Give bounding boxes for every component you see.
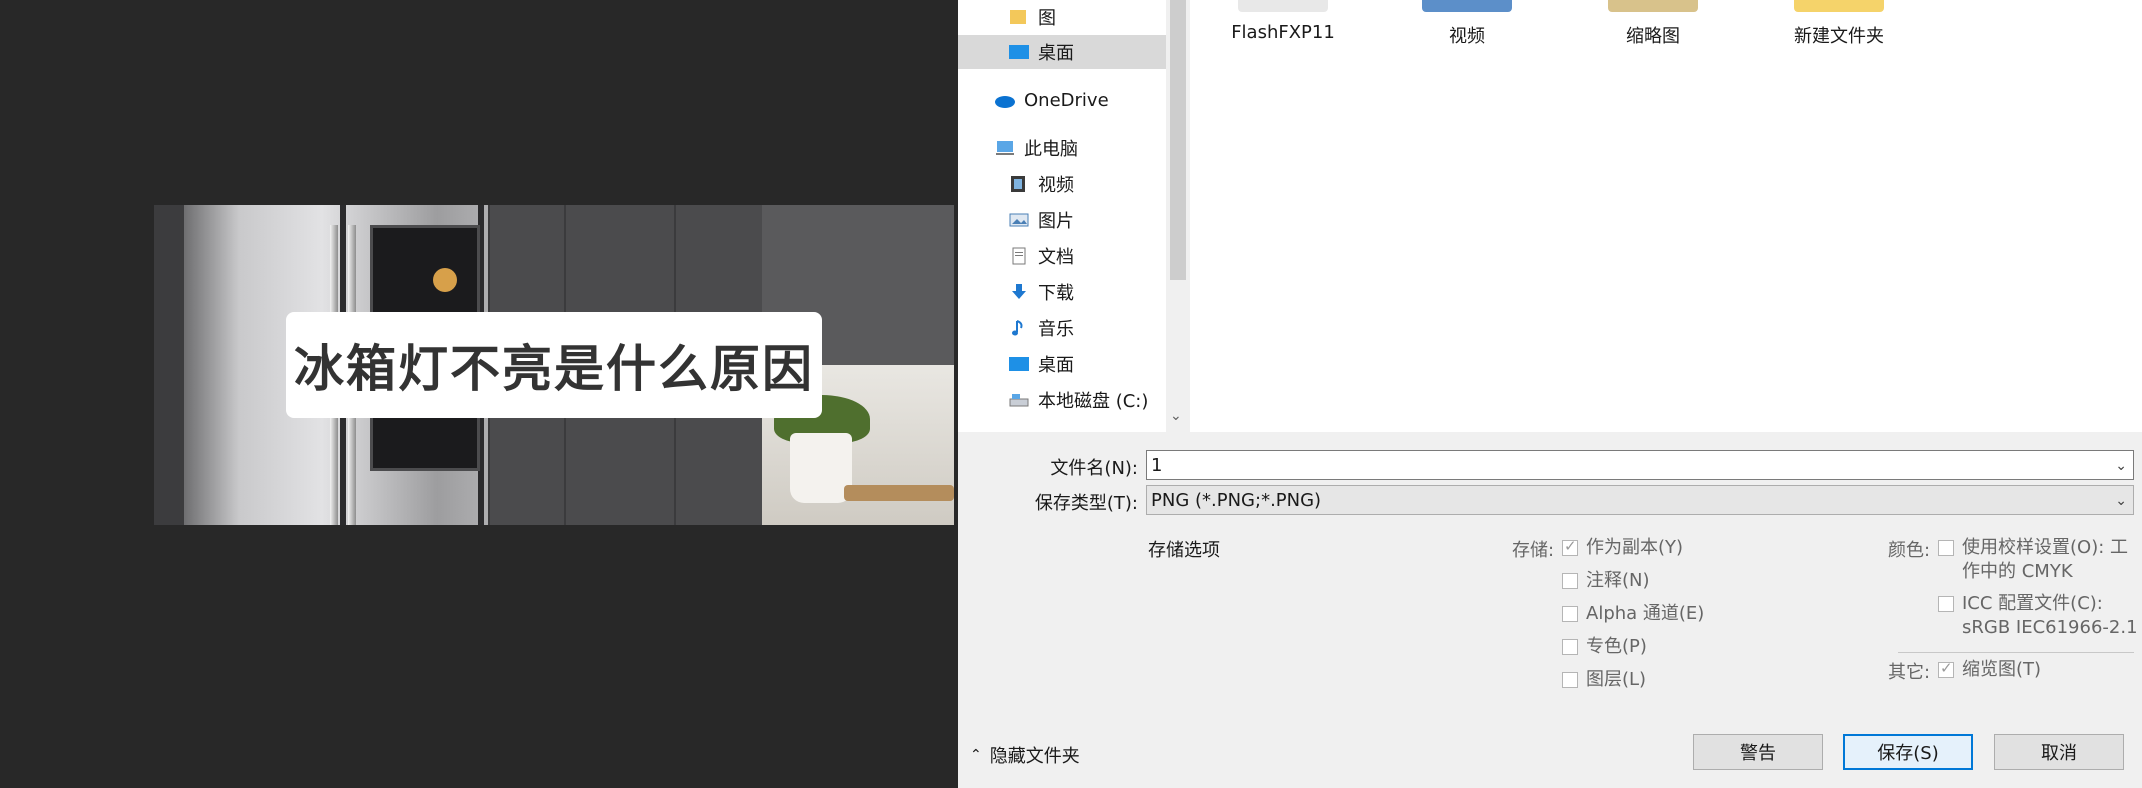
- checkbox[interactable]: [1562, 639, 1578, 655]
- music-icon: [1012, 320, 1023, 336]
- checkbox[interactable]: [1562, 537, 1578, 556]
- storage-label: 存储:: [1512, 540, 1555, 561]
- nav-item-pictures[interactable]: 图片: [1008, 203, 1158, 237]
- folder-item[interactable]: 缩略图: [1568, 0, 1738, 48]
- computer-icon: [996, 141, 1014, 155]
- folder-icon: [1238, 0, 1328, 12]
- cancel-button[interactable]: 取消: [1994, 734, 2124, 770]
- navigation-scrollbar[interactable]: ⌄: [1166, 0, 1190, 432]
- nav-item-videos[interactable]: 视频: [1008, 167, 1158, 201]
- warning-button[interactable]: 警告: [1693, 734, 1823, 770]
- filename-label: 文件名(N):: [1050, 458, 1138, 479]
- option-alpha-channel[interactable]: Alpha 通道(E): [1562, 602, 1704, 626]
- option-proof-setup[interactable]: 使用校样设置(O): 工 作中的 CMYK: [1938, 536, 2128, 584]
- folder-icon: [1010, 10, 1026, 24]
- editor-canvas: 冰箱灯不亮是什么原因: [0, 0, 958, 788]
- nav-item-documents[interactable]: 文档: [1008, 239, 1158, 273]
- chevron-up-icon: ⌃: [970, 747, 982, 763]
- option-icc-profile[interactable]: ICC 配置文件(C): sRGB IEC61966-2.1: [1938, 592, 2138, 640]
- checkbox[interactable]: [1938, 540, 1954, 556]
- option-annotations[interactable]: 注释(N): [1562, 569, 1650, 593]
- chevron-down-icon[interactable]: ⌄: [2115, 486, 2127, 516]
- folder-icon: [1422, 0, 1512, 12]
- nav-item-downloads[interactable]: 下载: [1008, 275, 1158, 309]
- color-label: 颜色:: [1888, 540, 1931, 561]
- cutting-board: [844, 485, 954, 501]
- folder-item[interactable]: FlashFXP11: [1198, 0, 1368, 43]
- drive-icon: [1009, 394, 1029, 407]
- option-spot-color[interactable]: 专色(P): [1562, 635, 1647, 659]
- checkbox[interactable]: [1562, 672, 1578, 688]
- documents-icon: [1012, 247, 1026, 265]
- folder-item[interactable]: 视频: [1382, 0, 1552, 48]
- download-icon: [1012, 284, 1026, 299]
- folder-item[interactable]: 新建文件夹: [1754, 0, 1924, 48]
- nav-item-local-disk-c[interactable]: 本地磁盘 (C:): [1008, 383, 1166, 417]
- checkbox[interactable]: [1938, 659, 1954, 678]
- hide-folders-toggle[interactable]: ⌃ 隐藏文件夹: [970, 742, 1080, 768]
- checkbox[interactable]: [1562, 606, 1578, 622]
- save-dialog: 图 桌面 OneDrive 此电脑 视频 图片 文档 下载 音乐 桌面 本地磁盘…: [958, 0, 2142, 788]
- cloud-icon: [995, 96, 1015, 108]
- title-overlay-card: 冰箱灯不亮是什么原因: [286, 312, 822, 418]
- pictures-icon: [1009, 213, 1029, 227]
- folder-icon: [1608, 0, 1698, 12]
- scrollbar-thumb[interactable]: [1170, 0, 1186, 280]
- option-thumbnail[interactable]: 缩览图(T): [1938, 658, 2041, 682]
- navigation-pane: 图 桌面 OneDrive 此电脑 视频 图片 文档 下载 音乐 桌面 本地磁盘…: [958, 0, 1166, 432]
- nav-item-onedrive[interactable]: OneDrive: [994, 83, 1164, 117]
- plant-pot: [790, 433, 852, 503]
- chevron-down-icon[interactable]: ⌄: [1170, 408, 1182, 424]
- filename-field[interactable]: 1 ⌄: [1146, 450, 2134, 480]
- filetype-select[interactable]: PNG (*.PNG;*.PNG) ⌄: [1146, 485, 2134, 515]
- other-label: 其它:: [1888, 662, 1931, 683]
- chevron-down-icon[interactable]: ⌄: [2115, 451, 2127, 481]
- folder-icon: [1794, 0, 1884, 12]
- overlay-title: 冰箱灯不亮是什么原因: [294, 340, 814, 398]
- nav-item-music[interactable]: 音乐: [1008, 311, 1158, 345]
- file-list-pane: FlashFXP11 视频 缩略图 新建文件夹: [1190, 0, 2142, 432]
- option-as-copy[interactable]: 作为副本(Y): [1562, 536, 1683, 560]
- nav-item-pictures-short[interactable]: 图: [1008, 0, 1158, 34]
- checkbox[interactable]: [1562, 573, 1578, 589]
- checkbox[interactable]: [1938, 596, 1954, 612]
- storage-options-header: 存储选项: [1148, 540, 1220, 561]
- option-layers[interactable]: 图层(L): [1562, 668, 1646, 692]
- nav-item-desktop[interactable]: 桌面: [1008, 347, 1158, 381]
- desktop-icon: [1009, 45, 1029, 59]
- save-button[interactable]: 保存(S): [1843, 734, 1973, 770]
- nav-item-this-pc[interactable]: 此电脑: [994, 131, 1164, 165]
- nav-item-desktop-quick[interactable]: 桌面: [958, 35, 1166, 69]
- filetype-label: 保存类型(T):: [1034, 493, 1138, 514]
- video-icon: [1011, 176, 1025, 192]
- options-divider: [1898, 652, 2134, 653]
- desktop-icon: [1009, 357, 1029, 371]
